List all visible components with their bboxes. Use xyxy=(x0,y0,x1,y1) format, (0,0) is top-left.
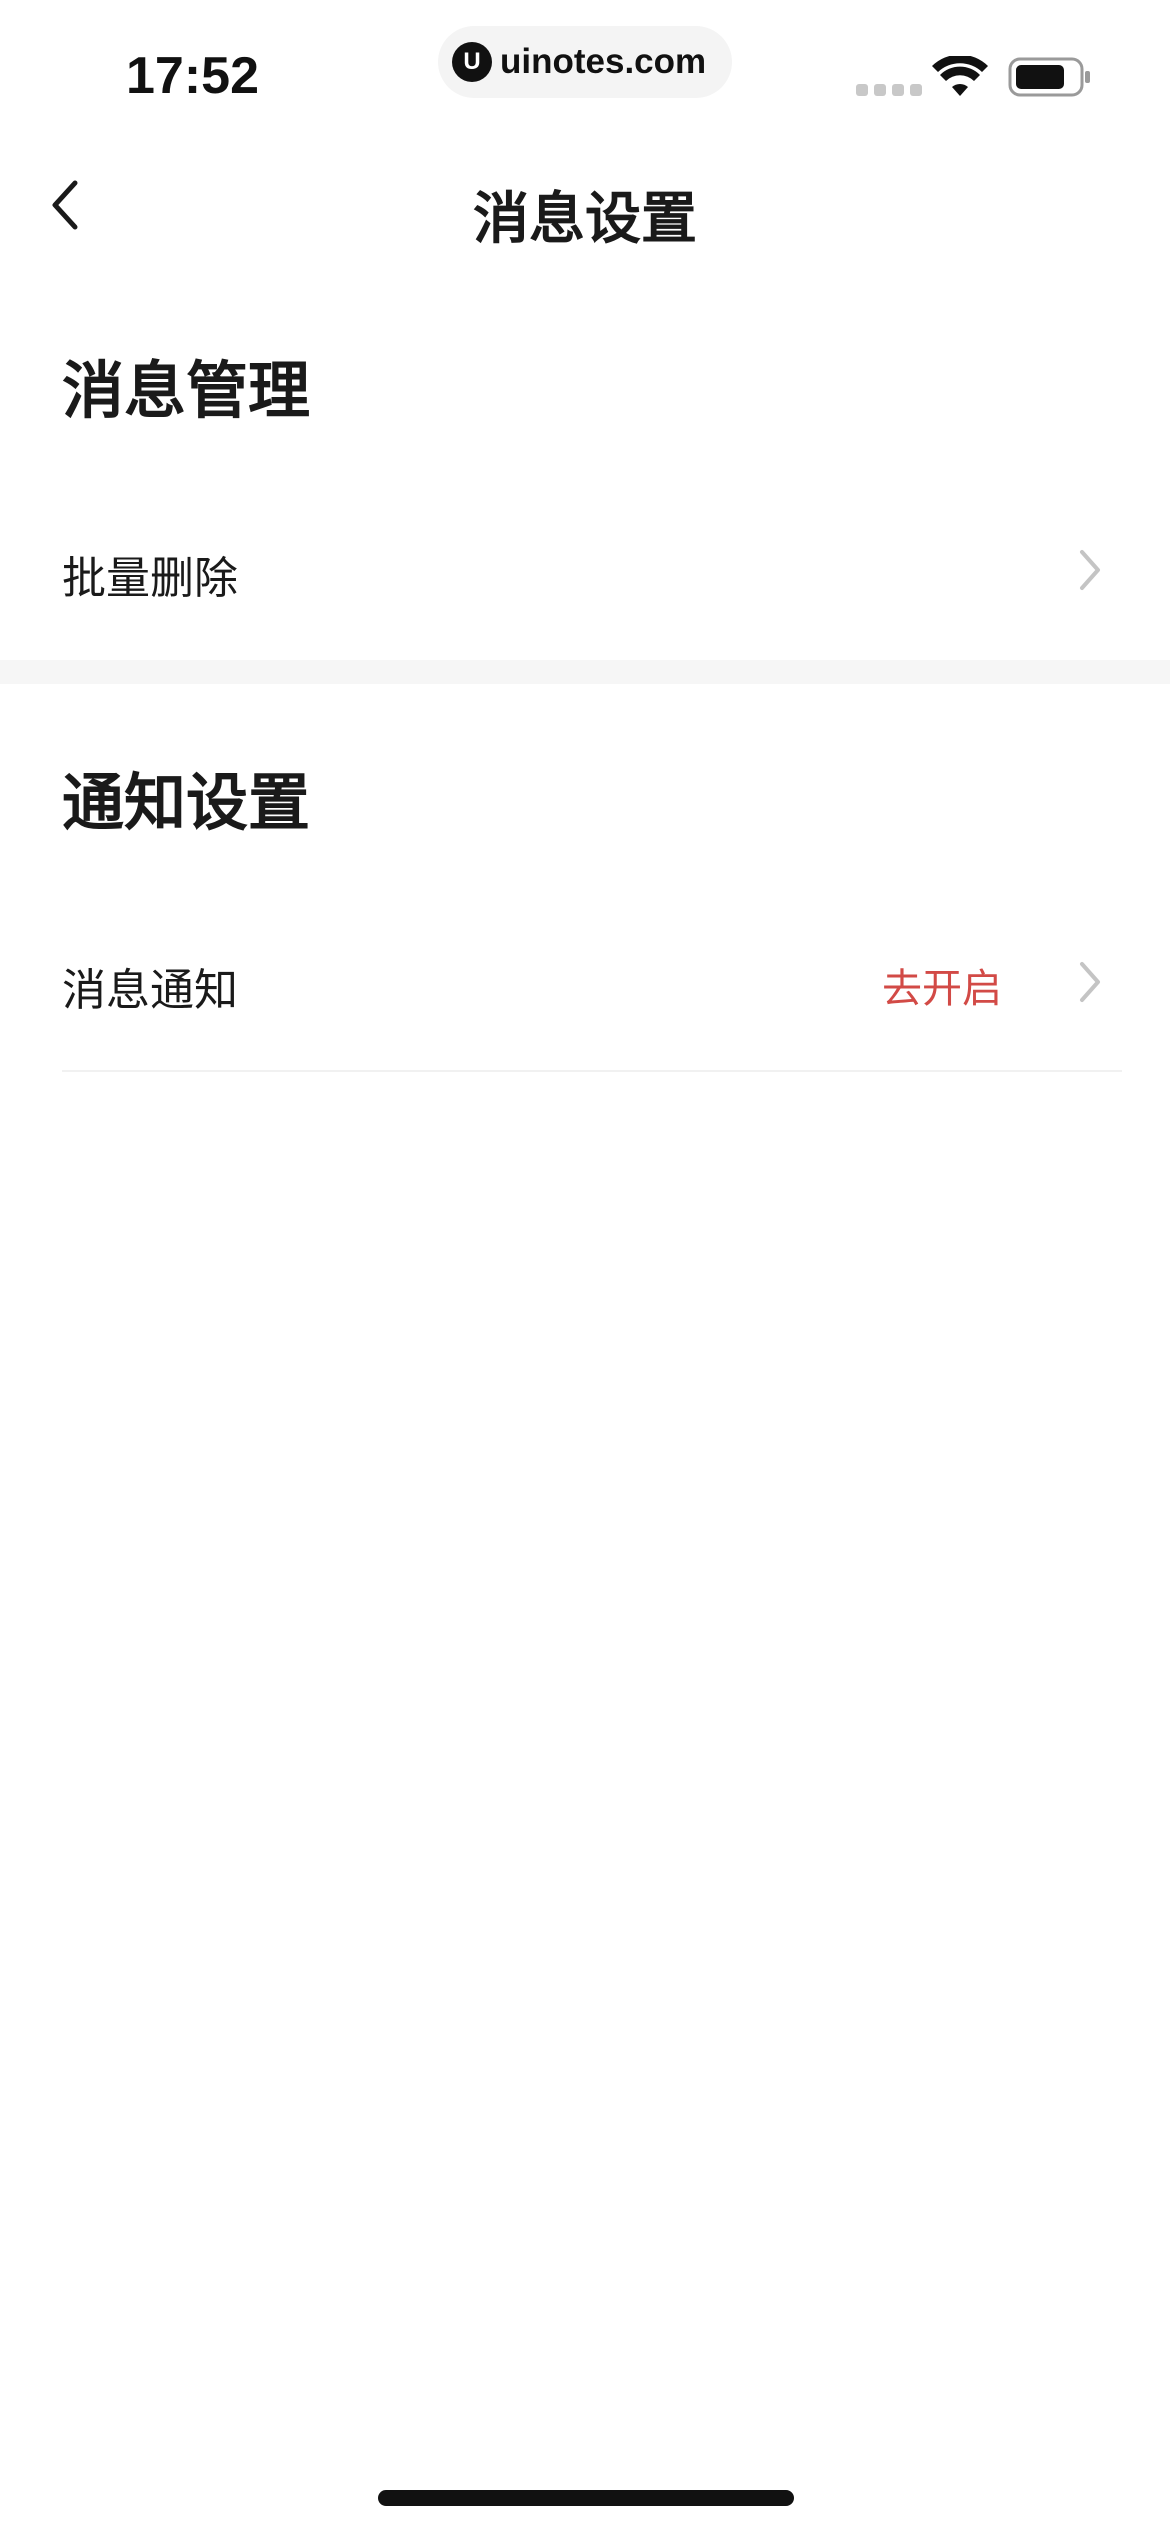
batch-delete-row[interactable]: 批量删除 xyxy=(0,508,1170,628)
signal-dots-icon xyxy=(856,84,922,96)
enable-notification-link[interactable]: 去开启 xyxy=(882,956,1002,1014)
site-logo-icon: U xyxy=(452,42,492,82)
wifi-icon xyxy=(932,56,988,96)
message-settings-screen: 17:52 U uinotes.com 消息设置 消息管理 批量删除 通知设置 … xyxy=(0,0,1170,2532)
row-label: 批量删除 xyxy=(62,553,238,604)
section-divider xyxy=(0,660,1170,684)
status-time: 17:52 xyxy=(126,47,259,105)
chevron-right-icon xyxy=(1080,962,1100,1002)
battery-icon xyxy=(1008,57,1090,97)
row-separator xyxy=(62,1070,1122,1072)
section-title-notification-settings: 通知设置 xyxy=(62,766,311,839)
home-indicator xyxy=(378,2490,794,2506)
status-bar: 17:52 U uinotes.com xyxy=(0,0,1170,140)
page-title: 消息设置 xyxy=(473,187,697,252)
row-label: 消息通知 xyxy=(62,965,238,1016)
section-title-message-management: 消息管理 xyxy=(62,354,311,427)
url-pill[interactable]: U uinotes.com xyxy=(438,26,732,98)
nav-bar: 消息设置 xyxy=(0,140,1170,270)
chevron-right-icon xyxy=(1080,550,1100,590)
url-text: uinotes.com xyxy=(500,42,707,81)
message-notification-row[interactable]: 消息通知 去开启 xyxy=(0,920,1170,1040)
